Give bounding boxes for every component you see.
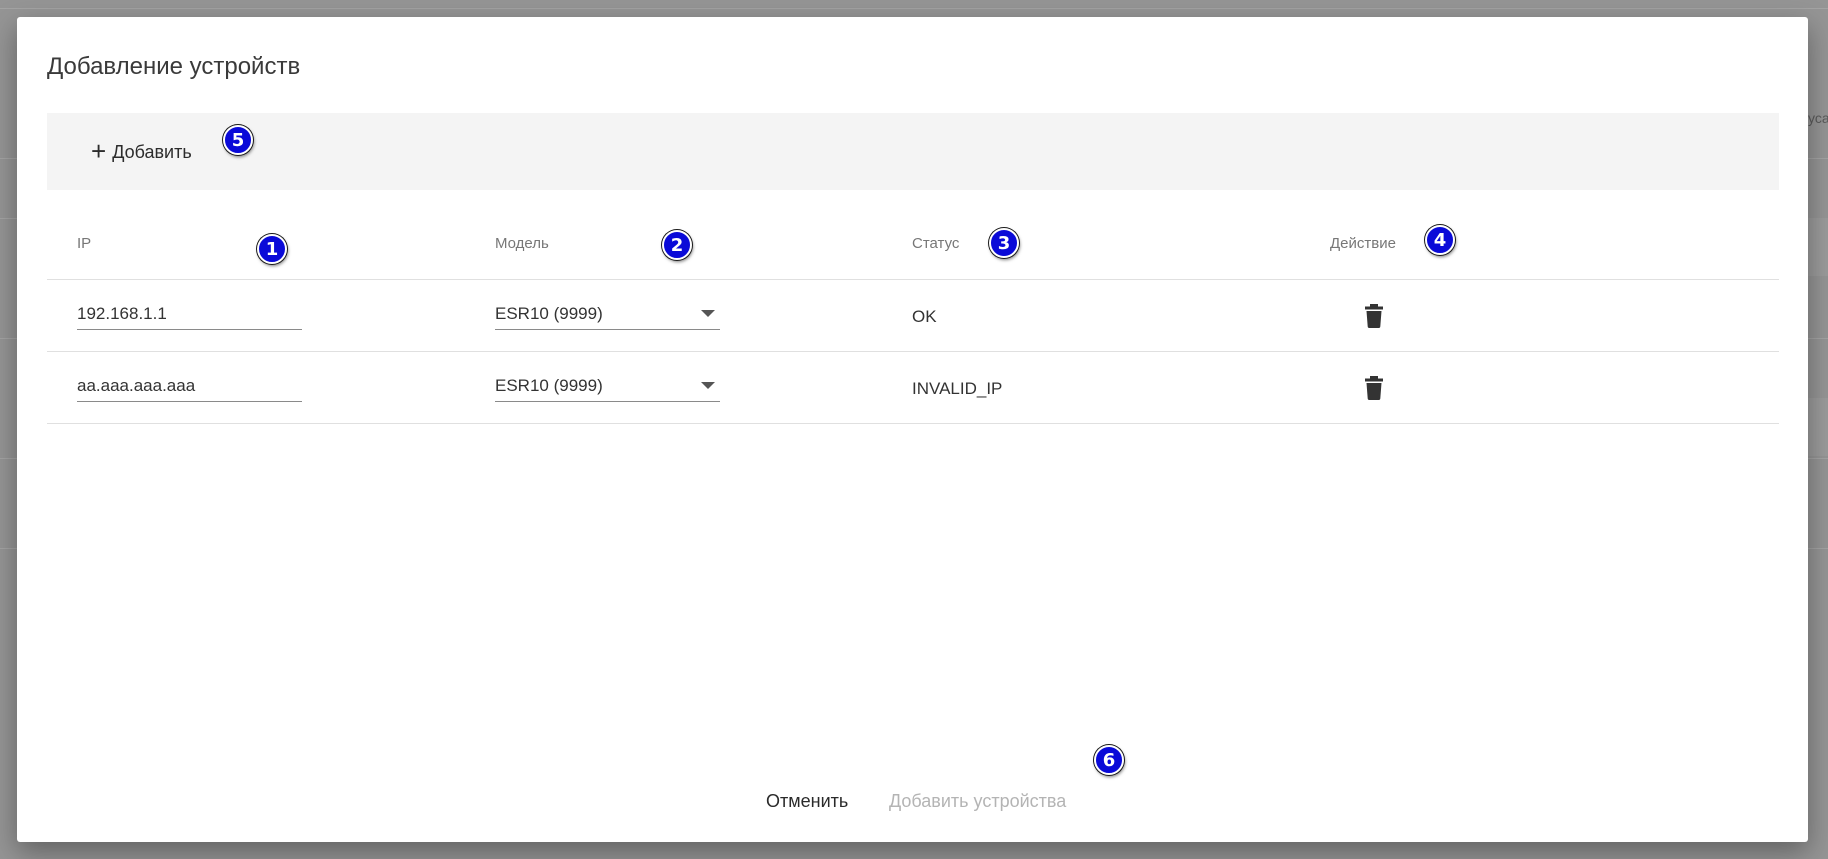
- table-row: ESR10 (9999) INVALID_IP: [47, 352, 1779, 424]
- caret-down-icon: [701, 310, 715, 317]
- status-text: OK: [912, 307, 937, 326]
- model-select-value: ESR10 (9999): [495, 303, 603, 323]
- dialog-toolbar: + Добавить: [47, 113, 1779, 190]
- trash-icon: [1365, 304, 1383, 328]
- background-divider: [0, 8, 1828, 9]
- background-row: [1808, 398, 1828, 456]
- caret-down-icon: [701, 382, 715, 389]
- delete-row-button[interactable]: [1359, 301, 1389, 331]
- add-row-label: Добавить: [112, 141, 192, 162]
- add-devices-dialog: Добавление устройств + Добавить IP Модел…: [17, 17, 1808, 842]
- delete-row-button[interactable]: [1359, 373, 1389, 403]
- annotation-marker-3: 3: [989, 228, 1019, 258]
- annotation-marker-5: 5: [223, 125, 253, 155]
- model-select[interactable]: ESR10 (9999): [495, 370, 720, 402]
- model-select-value: ESR10 (9999): [495, 375, 603, 395]
- model-select[interactable]: ESR10 (9999): [495, 298, 720, 330]
- add-row-button[interactable]: + Добавить: [87, 137, 196, 167]
- column-header-ip: IP: [77, 235, 92, 252]
- background-text: уса: [1808, 110, 1828, 126]
- table-header: IP Модель Статус Действие: [47, 190, 1779, 280]
- add-devices-button[interactable]: Добавить устройства: [883, 787, 1072, 816]
- column-header-status: Статус: [912, 235, 960, 252]
- plus-icon: +: [91, 136, 107, 166]
- annotation-marker-2: 2: [662, 230, 692, 260]
- ip-input[interactable]: [77, 298, 302, 330]
- annotation-marker-4: 4: [1425, 225, 1455, 255]
- background-row: [1808, 218, 1828, 276]
- annotation-marker-1: 1: [257, 234, 287, 264]
- ip-input[interactable]: [77, 370, 302, 402]
- trash-icon: [1365, 376, 1383, 400]
- status-text: INVALID_IP: [912, 379, 1003, 398]
- column-header-model: Модель: [495, 235, 549, 252]
- column-header-action: Действие: [1330, 235, 1396, 252]
- table-row: ESR10 (9999) OK: [47, 280, 1779, 352]
- dialog-title: Добавление устройств: [47, 53, 301, 80]
- cancel-button[interactable]: Отменить: [760, 787, 854, 816]
- annotation-marker-6: 6: [1094, 745, 1124, 775]
- devices-table: IP Модель Статус Действие ESR10 (9999) O…: [47, 190, 1779, 424]
